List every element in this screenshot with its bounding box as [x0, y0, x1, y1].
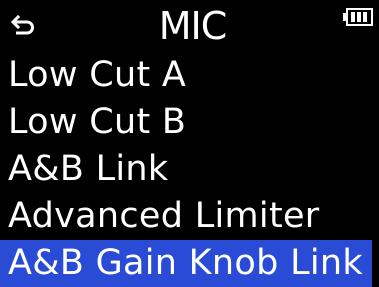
- menu-item-label: Low Cut B: [8, 102, 187, 142]
- menu-list: Low Cut A Low Cut B A&B Link Advanced Li…: [0, 52, 379, 287]
- header: MIC: [0, 0, 379, 52]
- menu-item-label: Low Cut A: [8, 55, 187, 95]
- menu-item-label: Advanced Limiter: [8, 196, 320, 236]
- page-title: MIC: [158, 4, 228, 48]
- menu-item-low-cut-b[interactable]: Low Cut B: [0, 99, 379, 146]
- menu-item-low-cut-a[interactable]: Low Cut A: [0, 52, 379, 99]
- menu-item-label: A&B Link: [8, 149, 169, 189]
- menu-item-ab-gain-knob-link[interactable]: A&B Gain Knob Link: [0, 240, 372, 287]
- menu-item-label: A&B Gain Knob Link: [8, 243, 363, 283]
- menu-item-ab-link[interactable]: A&B Link: [0, 146, 379, 193]
- menu-item-advanced-limiter[interactable]: Advanced Limiter: [0, 193, 379, 240]
- battery-icon: [343, 8, 373, 26]
- device-screen: MIC Low Cut A Low Cut B A&B Link Advance…: [0, 0, 379, 287]
